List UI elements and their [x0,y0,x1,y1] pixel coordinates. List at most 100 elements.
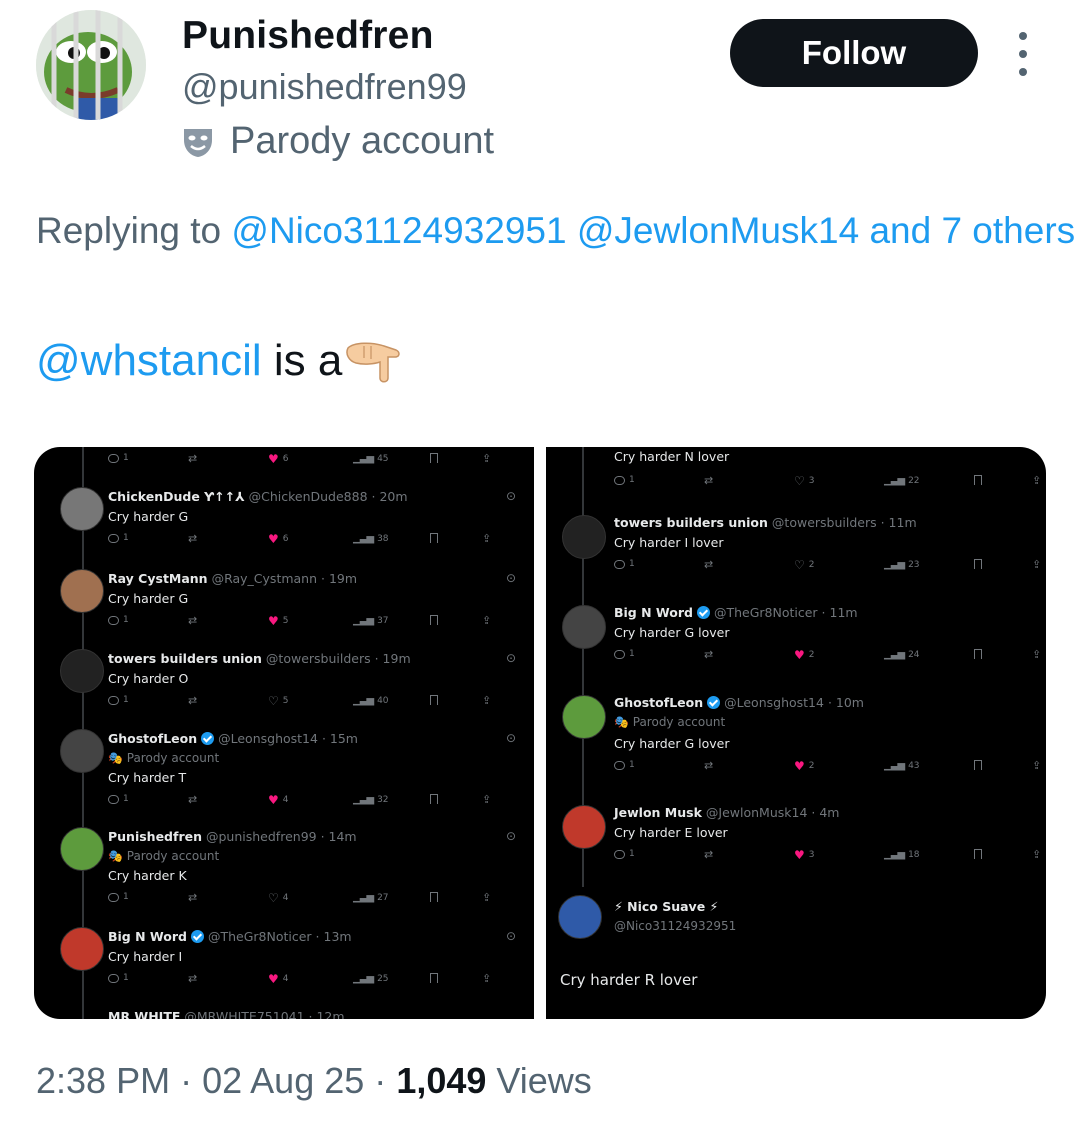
reply-avatar[interactable] [562,605,606,649]
views-action[interactable]: ▁▃▅ 38 [353,533,389,544]
views-action[interactable]: ▁▃▅ 18 [884,849,920,860]
views-action[interactable]: ▁▃▅ 22 [884,475,920,486]
share-action[interactable]: ⇪ [482,892,491,903]
repost-action[interactable]: ⇄ [188,973,197,984]
like-action[interactable]: ♡ 4 [268,892,289,904]
bookmark-action[interactable] [974,475,982,485]
share-action[interactable]: ⇪ [1032,849,1041,860]
reply-action[interactable]: 1 [108,533,129,543]
share-action[interactable]: ⇪ [482,453,491,464]
like-action[interactable]: ♥ 4 [268,794,289,806]
reply-handle[interactable]: @Ray_Cystmann · 19m [212,571,357,586]
repost-action[interactable]: ⇄ [704,849,713,860]
reply-action[interactable]: 1 [108,453,129,463]
repost-action[interactable]: ⇄ [188,533,197,544]
share-action[interactable]: ⇪ [1032,559,1041,570]
reply-author-name[interactable]: Jewlon Musk [614,805,702,820]
share-action[interactable]: ⇪ [1032,475,1041,486]
repost-action[interactable]: ⇄ [188,615,197,626]
like-action[interactable]: ♡ 5 [268,695,289,707]
share-action[interactable]: ⇪ [1032,649,1041,660]
views-action[interactable]: ▁▃▅ 27 [353,892,389,903]
reply-action[interactable]: 1 [108,695,129,705]
reply-avatar[interactable] [562,695,606,739]
bookmark-action[interactable] [974,649,982,659]
reply-mention-1[interactable]: @Nico31124932951 [231,210,566,251]
screenshot-right[interactable]: Cry harder N lover 1 ⇄ ♡ 3 ▁▃▅ 22 ⇪ towers build… [546,447,1046,1019]
share-action[interactable]: ⇪ [482,533,491,544]
share-action[interactable]: ⇪ [482,695,491,706]
reply-avatar[interactable] [60,827,104,871]
reply-author-name[interactable]: Big N Word [614,605,693,620]
bookmark-action[interactable] [430,794,438,804]
like-action[interactable]: ♡ 3 [794,475,815,487]
reply-handle[interactable]: @JewlonMusk14 · 4m [706,805,840,820]
reply-avatar[interactable] [60,927,104,971]
reply-action[interactable]: 1 [108,973,129,983]
reply-author-name[interactable]: ChickenDude Ƴ↑↑⅄ [108,489,245,504]
share-action[interactable]: ⇪ [1032,760,1041,771]
views-action[interactable]: ▁▃▅ 37 [353,615,389,626]
reply-handle[interactable]: @Leonsghost14 · 10m [724,695,864,710]
reply-avatar[interactable] [562,805,606,849]
bookmark-action[interactable] [974,559,982,569]
reply-item[interactable]: GhostofLeon @Leonsghost14 · 10m 🎭 Parody a… [546,693,1046,783]
reply-item[interactable]: Punishedfren @punishedfren99 · 14m ⊙ 🎭 Paro… [34,827,534,917]
reply-author-name[interactable]: Big N Word [108,929,187,944]
reply-handle[interactable]: @towersbuilders · 19m [266,651,411,666]
repost-action[interactable]: ⇄ [704,559,713,570]
reply-handle[interactable]: @towersbuilders · 11m [772,515,917,530]
bookmark-action[interactable] [974,760,982,770]
bookmark-action[interactable] [430,695,438,705]
tweet-mention[interactable]: @whstancil [36,336,262,386]
reply-author-name[interactable]: towers builders union [108,651,262,666]
repost-action[interactable]: ⇄ [188,892,197,903]
reply-item[interactable]: Big N Word @TheGr8Noticer · 11m Cry harder… [546,603,1046,693]
reply-item[interactable]: towers builders union @towersbuilders · 1… [34,649,534,739]
like-action[interactable]: ♥ 2 [794,760,815,772]
reply-author-name[interactable]: Punishedfren [108,829,202,844]
bookmark-action[interactable] [430,615,438,625]
reply-action[interactable]: 1 [614,649,635,659]
like-action[interactable]: ♥ 4 [268,973,289,985]
share-action[interactable]: ⇪ [482,615,491,626]
tweet-time[interactable]: 2:38 PM [36,1060,170,1101]
reply-item[interactable]: towers builders union @towersbuilders · 1… [546,513,1046,603]
like-action[interactable]: ♥ 6 [268,453,289,465]
bookmark-action[interactable] [430,973,438,983]
reply-author-name[interactable]: MR WHITE [108,1009,180,1019]
views-action[interactable]: ▁▃▅ 32 [353,794,389,805]
reply-handle[interactable]: @ChickenDude888 · 20m [249,489,408,504]
reply-handle[interactable]: @TheGr8Noticer · 11m [714,605,858,620]
reply-author-name[interactable]: Ray CystMann [108,571,208,586]
share-action[interactable]: ⇪ [482,794,491,805]
reply-action[interactable]: 1 [614,849,635,859]
reply-avatar[interactable] [60,729,104,773]
reply-others-link[interactable]: and 7 others [869,210,1075,251]
reply-handle[interactable]: @MRWHITE751041 · 12m [184,1009,344,1019]
tweet-date[interactable]: 02 Aug 25 [202,1060,364,1101]
reply-author-name[interactable]: GhostofLeon [108,731,197,746]
reply-author-name[interactable]: GhostofLeon [614,695,703,710]
reply-action[interactable]: 1 [108,794,129,804]
reply-avatar[interactable] [60,649,104,693]
views-action[interactable]: ▁▃▅ 25 [353,973,389,984]
more-options-icon[interactable] [1010,32,1036,76]
bookmark-action[interactable] [430,453,438,463]
reply-action[interactable]: 1 [614,559,635,569]
reply-avatar[interactable] [60,569,104,613]
author-name[interactable]: Punishedfren [182,14,434,58]
like-action[interactable]: ♥ 2 [794,649,815,661]
reply-handle[interactable]: @TheGr8Noticer · 13m [208,929,352,944]
author-handle[interactable]: @punishedfren99 [182,66,467,108]
reply-avatar[interactable] [60,487,104,531]
bookmark-action[interactable] [430,533,438,543]
reply-action[interactable]: 1 [108,615,129,625]
reply-item[interactable]: Big N Word @TheGr8Noticer · 13m ⊙ Cry harde… [34,927,534,1017]
reply-item[interactable]: GhostofLeon @Leonsghost14 · 15m ⊙ 🎭 Parody … [34,729,534,819]
like-action[interactable]: ♡ 2 [794,559,815,571]
views-action[interactable]: ▁▃▅ 45 [353,453,389,464]
views-action[interactable]: ▁▃▅ 23 [884,559,920,570]
views-action[interactable]: ▁▃▅ 40 [353,695,389,706]
reply-item[interactable]: Ray CystMann @Ray_Cystmann · 19m ⊙ Cry hard… [34,569,534,659]
